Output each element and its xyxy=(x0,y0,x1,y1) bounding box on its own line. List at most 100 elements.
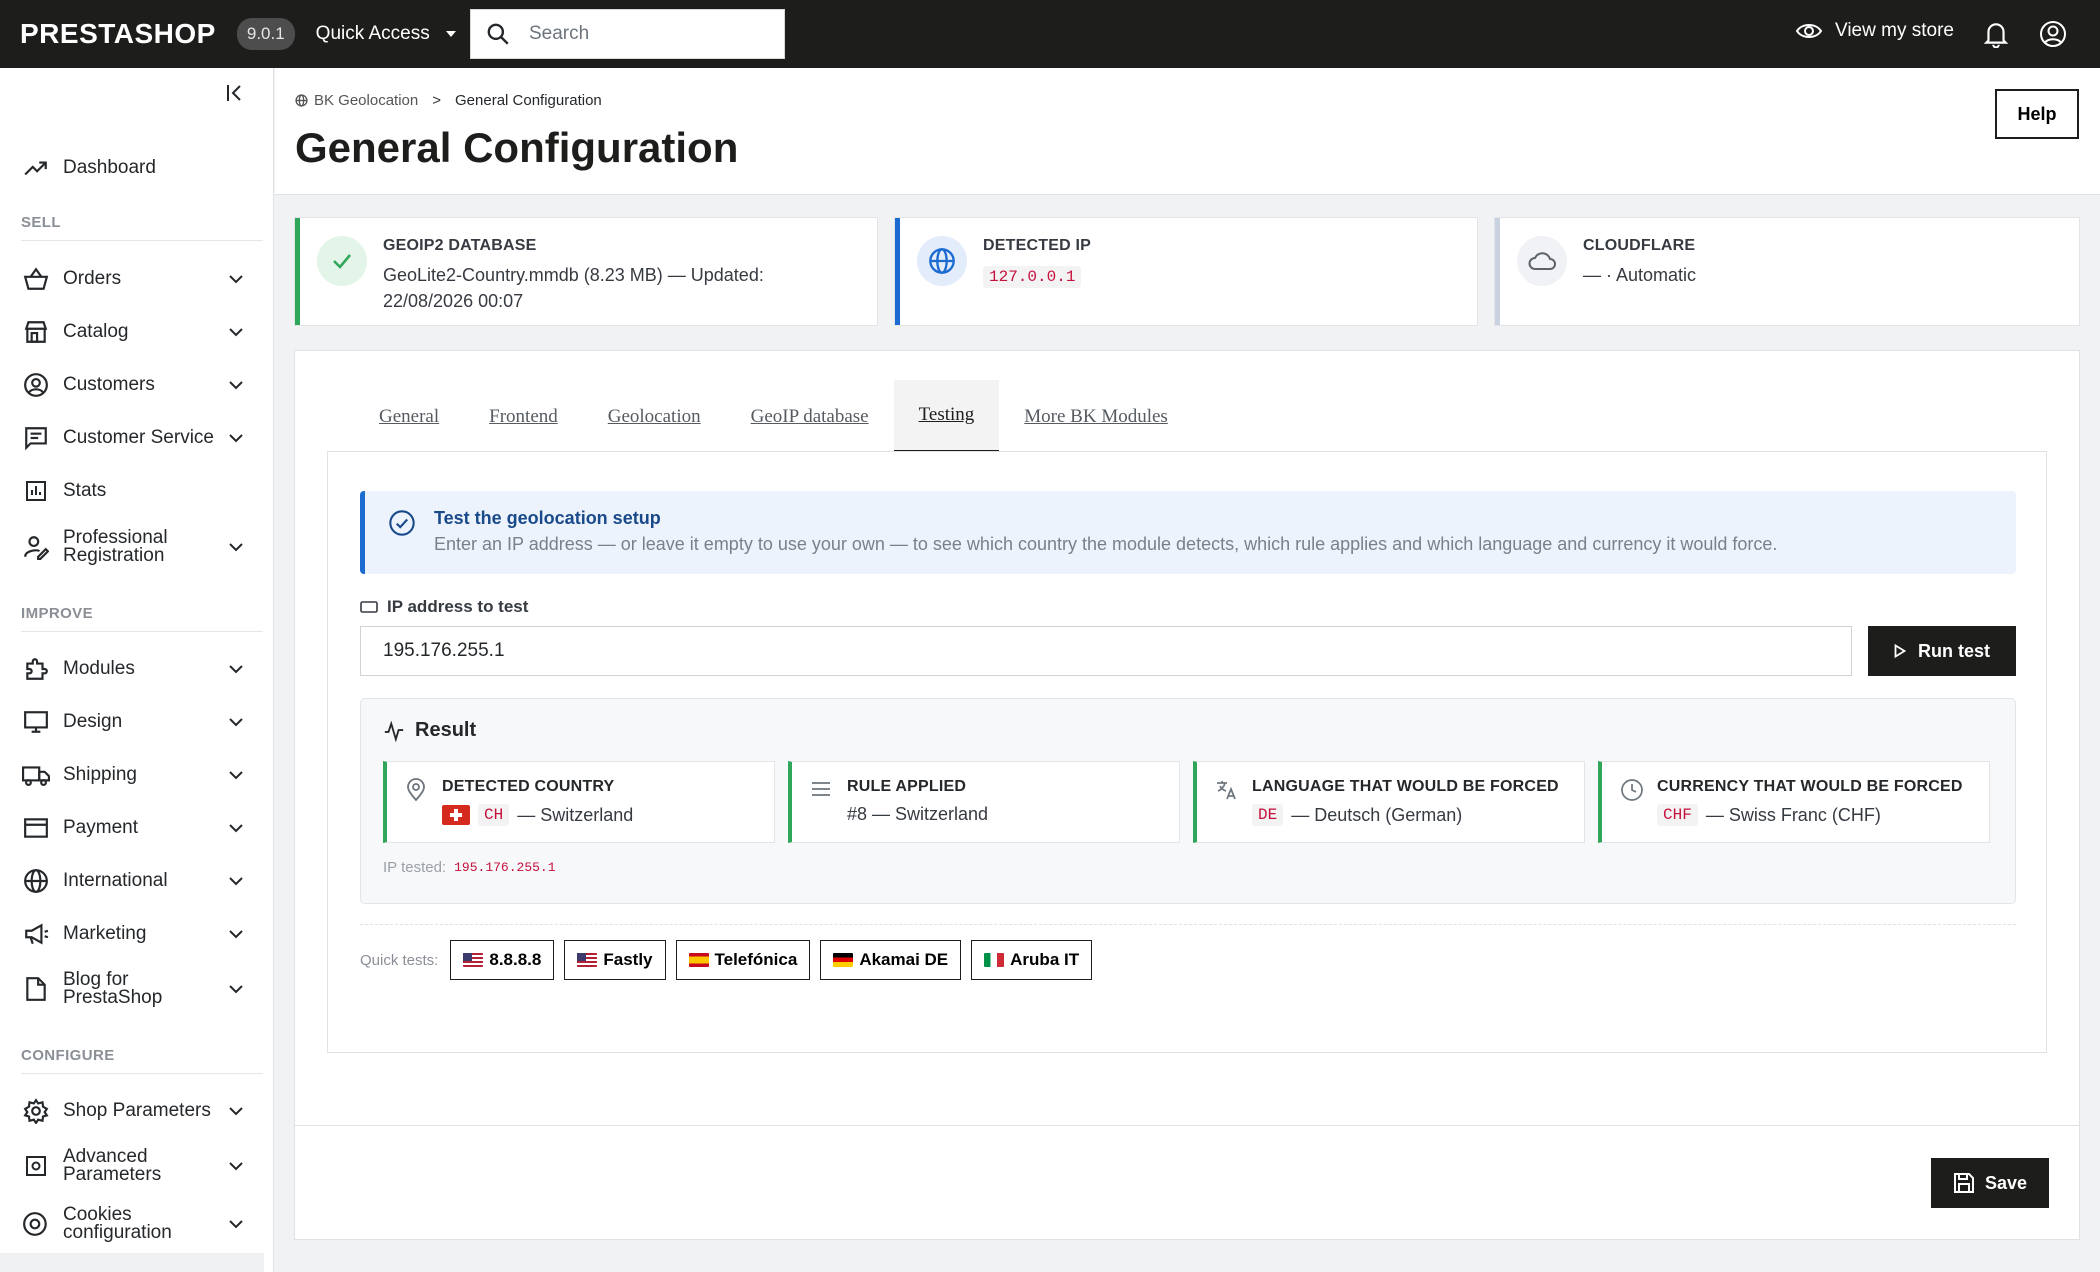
chevron-down-icon xyxy=(229,985,243,994)
sidebar-item-design[interactable]: Design xyxy=(0,705,264,739)
collapse-sidebar-icon[interactable] xyxy=(225,82,247,104)
sidebar-item-label: Payment xyxy=(63,817,138,838)
tab-frontend[interactable]: Frontend xyxy=(464,380,583,453)
sidebar-item-international[interactable]: International xyxy=(0,864,264,898)
quick-test-aruba-it-button[interactable]: Aruba IT xyxy=(971,940,1093,980)
card-value-wrap: 127.0.0.1 xyxy=(983,262,1423,290)
globe-icon xyxy=(917,236,967,286)
card-value: GeoLite2-Country.mmdb (8.23 MB) — Update… xyxy=(383,265,764,311)
breadcrumb-separator: > xyxy=(432,92,441,109)
view-my-store-link[interactable]: View my store xyxy=(1795,20,1954,42)
breadcrumb-current: General Configuration xyxy=(455,92,602,109)
quick-test-label: Aruba IT xyxy=(1010,950,1080,969)
save-icon xyxy=(1953,1173,1974,1193)
tab-general[interactable]: General xyxy=(354,380,464,453)
breadcrumb: BK Geolocation > General Configuration xyxy=(295,92,602,109)
quick-test-fastly-button[interactable]: Fastly xyxy=(564,940,666,980)
chevron-down-icon xyxy=(229,824,243,833)
cloud-icon xyxy=(1517,236,1567,286)
search-input[interactable] xyxy=(529,23,759,45)
quick-access-dropdown[interactable]: Quick Access xyxy=(316,23,456,45)
credit-card-icon xyxy=(22,814,50,842)
sidebar: Dashboard SELL Orders Catalog Customers … xyxy=(0,68,274,1272)
sidebar-item-label: Stats xyxy=(63,480,107,501)
run-test-label: Run test xyxy=(1918,640,1990,661)
sidebar-item-customer-service[interactable]: Customer Service xyxy=(0,421,264,455)
sidebar-item-advanced-parameters[interactable]: Advanced Parameters xyxy=(0,1141,264,1191)
help-button[interactable]: Help xyxy=(1995,89,2079,139)
dashed-divider xyxy=(360,924,2016,925)
result-value: CHF — Swiss Franc (CHF) xyxy=(1657,804,1881,826)
list-icon xyxy=(812,782,830,796)
sidebar-item-label: Orders xyxy=(63,268,122,289)
ip-tested-value: 195.176.255.1 xyxy=(454,860,556,875)
tab-geoip-database[interactable]: GeoIP database xyxy=(726,380,894,453)
country-name: — Switzerland xyxy=(517,804,634,825)
chevron-down-icon xyxy=(229,930,243,939)
check-circle-icon xyxy=(389,510,415,536)
toggle-icon xyxy=(22,1210,50,1238)
truck-icon xyxy=(22,761,50,789)
sidebar-item-orders[interactable]: Orders xyxy=(0,262,264,296)
sidebar-item-label: Advanced Parameters xyxy=(63,1146,162,1185)
sidebar-item-label: Professional Registration xyxy=(63,527,168,566)
trending-up-icon xyxy=(22,154,50,182)
search-box[interactable] xyxy=(470,9,785,59)
quick-test-google-dns-button[interactable]: 8.8.8.8 xyxy=(450,940,555,980)
detected-country-card: DETECTED COUNTRY CH — Switzerland xyxy=(383,761,775,843)
save-button[interactable]: Save xyxy=(1931,1158,2049,1208)
sidebar-item-customers[interactable]: Customers xyxy=(0,368,264,402)
translate-icon xyxy=(1217,781,1236,800)
chevron-down-icon xyxy=(229,381,243,390)
sidebar-item-modules[interactable]: Modules xyxy=(0,652,264,686)
notifications-bell-icon[interactable] xyxy=(1983,20,2009,48)
sidebar-item-shipping[interactable]: Shipping xyxy=(0,758,264,792)
ip-tested-label: IP tested: xyxy=(383,859,447,876)
sidebar-item-professional-registration[interactable]: Professional Registration xyxy=(0,522,264,572)
sidebar-item-shop-parameters[interactable]: Shop Parameters xyxy=(0,1094,264,1128)
ip-address-input[interactable] xyxy=(360,626,1852,676)
section-divider xyxy=(21,1073,263,1074)
page-title: General Configuration xyxy=(295,124,739,171)
tab-bar: General Frontend Geolocation GeoIP datab… xyxy=(354,380,1193,453)
sidebar-item-catalog[interactable]: Catalog xyxy=(0,315,264,349)
country-code: CH xyxy=(478,804,510,826)
chevron-down-icon xyxy=(229,1162,243,1171)
sidebar-item-label: Customer Service xyxy=(63,427,214,448)
result-value: CH — Switzerland xyxy=(442,804,633,826)
sidebar-item-payment[interactable]: Payment xyxy=(0,811,264,845)
italy-flag-icon xyxy=(984,953,1005,967)
prestashop-logo[interactable]: PRESTASHOP xyxy=(20,18,216,50)
sidebar-item-label: Marketing xyxy=(63,923,147,944)
sidebar-item-label: Shipping xyxy=(63,764,137,785)
sidebar-item-blog[interactable]: Blog for PrestaShop xyxy=(0,964,264,1014)
section-divider xyxy=(21,631,263,632)
quick-tests: Quick tests: 8.8.8.8 Fastly Telefónica A… xyxy=(360,940,1093,980)
sidebar-item-cookies-configuration[interactable]: Cookies configuration xyxy=(0,1199,264,1249)
sidebar-item-marketing[interactable]: Marketing xyxy=(0,917,264,951)
version-badge: 9.0.1 xyxy=(236,18,295,50)
user-account-icon[interactable] xyxy=(2039,20,2067,48)
configuration-panel: General Frontend Geolocation GeoIP datab… xyxy=(294,350,2080,1240)
ip-field-label-text: IP address to test xyxy=(387,597,529,616)
quick-test-telefonica-button[interactable]: Telefónica xyxy=(675,940,811,980)
sidebar-item-label: Blog for PrestaShop xyxy=(63,969,163,1008)
sidebar-item-dashboard[interactable]: Dashboard xyxy=(0,151,264,185)
result-box: Result DETECTED COUNTRY CH — Switzerland… xyxy=(360,698,2016,904)
quick-test-akamai-de-button[interactable]: Akamai DE xyxy=(820,940,962,980)
panel-footer-divider xyxy=(295,1125,2079,1126)
quick-test-label: Telefónica xyxy=(714,950,798,969)
chevron-down-icon xyxy=(229,275,243,284)
us-flag-icon xyxy=(577,953,598,967)
chevron-down-icon xyxy=(229,718,243,727)
sidebar-item-stats[interactable]: Stats xyxy=(0,474,264,508)
result-caption: RULE APPLIED xyxy=(847,778,967,795)
tab-more-bk-modules[interactable]: More BK Modules xyxy=(999,380,1193,453)
germany-flag-icon xyxy=(833,953,854,967)
breadcrumb-link[interactable]: BK Geolocation xyxy=(314,92,418,109)
save-label: Save xyxy=(1984,1172,2028,1193)
run-test-button[interactable]: Run test xyxy=(1868,626,2016,676)
tab-testing[interactable]: Testing xyxy=(893,380,1000,453)
tab-geolocation[interactable]: Geolocation xyxy=(583,380,726,453)
puzzle-icon xyxy=(22,655,50,683)
